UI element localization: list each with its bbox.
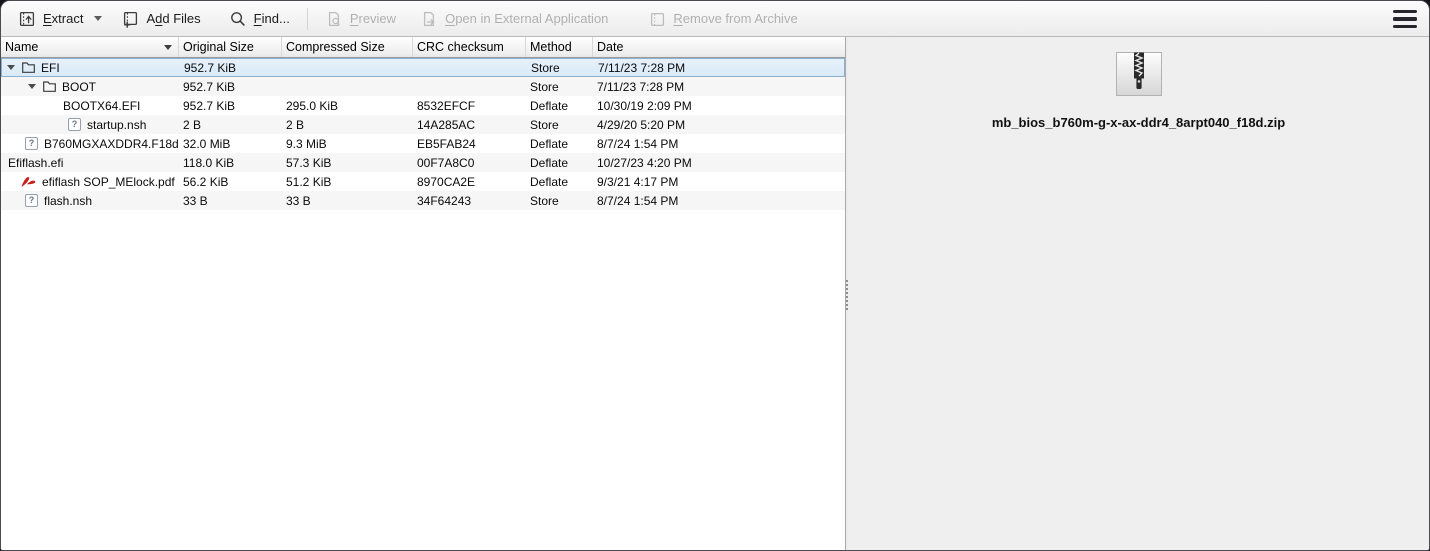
column-header-name[interactable]: Name: [1, 37, 179, 57]
table-row-pdf[interactable]: efiflash SOP_MElock.pdf 56.2 KiB 51.2 Ki…: [1, 172, 845, 191]
extract-dropdown-caret[interactable]: [94, 16, 103, 21]
search-icon: [230, 11, 245, 26]
splitter-grip-icon: [846, 279, 848, 310]
toolbar-separator: [306, 7, 308, 30]
unknown-file-icon: ?: [25, 194, 38, 207]
open-external-button[interactable]: Open in External Application: [411, 5, 617, 33]
table-row-efi[interactable]: EFI 952.7 KiB Store 7/11/23 7:28 PM: [1, 58, 845, 77]
preview-button[interactable]: Preview: [316, 5, 405, 33]
archive-info-panel: mb_bios_b760m-g-x-ax-ddr4_8arpt040_f18d.…: [848, 37, 1429, 550]
file-rows: EFI 952.7 KiB Store 7/11/23 7:28 PM BOOT…: [1, 58, 845, 550]
sort-descending-icon: [164, 45, 172, 50]
table-row-efiflash[interactable]: Efiflash.efi 118.0 KiB 57.3 KiB 00F7A8C0…: [1, 153, 845, 172]
preview-icon: [328, 11, 340, 26]
menu-button[interactable]: [1393, 10, 1417, 28]
column-header-original-size[interactable]: Original Size: [179, 37, 282, 57]
archive-filename: mb_bios_b760m-g-x-ax-ddr4_8arpt040_f18d.…: [991, 115, 1286, 130]
unknown-file-icon: ?: [68, 118, 81, 131]
column-header-method[interactable]: Method: [526, 37, 593, 57]
folder-icon: [43, 81, 56, 92]
expander-icon[interactable]: [7, 65, 15, 70]
open-external-icon: [424, 11, 435, 26]
content-area: Name Original Size Compressed Size CRC c…: [1, 37, 1429, 550]
remove-from-archive-icon: [651, 12, 665, 26]
remove-from-archive-button[interactable]: Remove from Archive: [639, 5, 806, 33]
table-row-flash-nsh[interactable]: ? flash.nsh 33 B 33 B 34F64243 Store 8/7…: [1, 191, 845, 210]
find-button[interactable]: Find...: [220, 5, 299, 33]
column-header-compressed-size[interactable]: Compressed Size: [282, 37, 413, 57]
panel-splitter[interactable]: [845, 37, 848, 550]
table-row-b760[interactable]: ? B760MGXAXDDR4.F18d 32.0 MiB 9.3 MiB EB…: [1, 134, 845, 153]
archive-manager-window: Extract Add Files Find... Preview Open i…: [0, 0, 1430, 551]
column-header-crc[interactable]: CRC checksum: [413, 37, 526, 57]
unknown-file-icon: ?: [25, 137, 38, 150]
table-row-boot[interactable]: BOOT 952.7 KiB Store 7/11/23 7:28 PM: [1, 77, 845, 96]
extract-icon: [19, 11, 35, 26]
expander-icon[interactable]: [28, 84, 36, 89]
extract-button[interactable]: Extract: [9, 5, 92, 33]
add-files-button[interactable]: Add Files: [112, 5, 209, 33]
table-row-bootx64[interactable]: BOOTX64.EFI 952.7 KiB 295.0 KiB 8532EFCF…: [1, 96, 845, 115]
zip-archive-icon: [1115, 52, 1162, 96]
table-header: Name Original Size Compressed Size CRC c…: [1, 37, 845, 58]
hamburger-icon: [1393, 10, 1417, 14]
table-row-startup-nsh[interactable]: ? startup.nsh 2 B 2 B 14A285AC Store 4/2…: [1, 115, 845, 134]
folder-icon: [22, 62, 35, 73]
toolbar: Extract Add Files Find... Preview Open i…: [1, 1, 1429, 37]
add-files-icon: [124, 11, 138, 28]
column-header-date[interactable]: Date: [593, 37, 845, 57]
file-list-panel: Name Original Size Compressed Size CRC c…: [1, 37, 845, 550]
pdf-icon: [21, 177, 36, 187]
